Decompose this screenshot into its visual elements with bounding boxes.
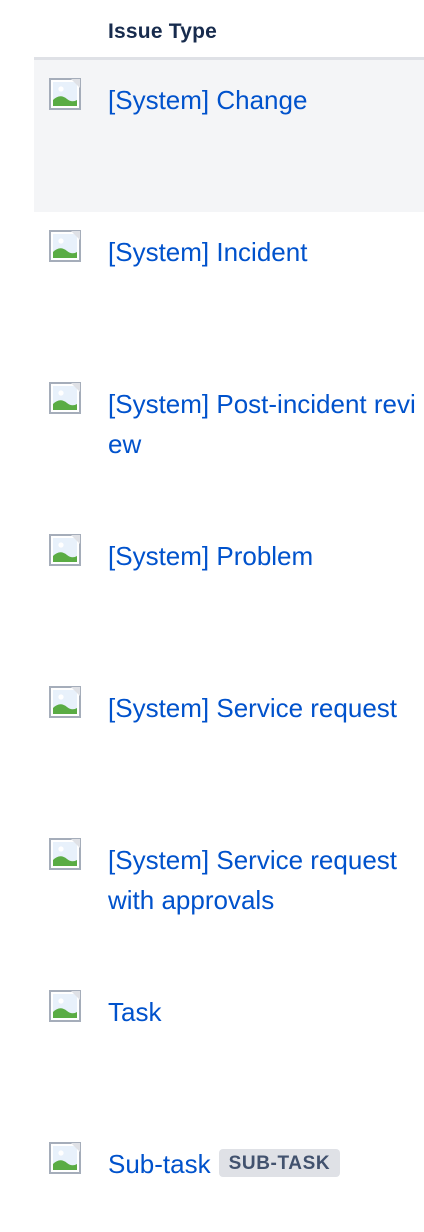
issue-type-label: [System] Post-incident review — [108, 389, 416, 459]
issue-type-label: Sub-task — [108, 1149, 211, 1179]
table-row[interactable]: [System] Change — [34, 60, 424, 212]
issue-type-label: [System] Change — [108, 85, 308, 115]
table-row[interactable]: Sub-task SUB-TASK — [34, 1124, 424, 1232]
broken-image-icon — [49, 838, 81, 870]
issue-type-link[interactable]: [System] Post-incident review — [108, 384, 418, 464]
broken-image-icon — [49, 686, 81, 718]
table-row[interactable]: [System] Post-incident review — [34, 364, 424, 516]
broken-image-icon — [49, 382, 81, 414]
column-header-issue-type[interactable]: Issue Type — [108, 20, 217, 44]
broken-image-icon — [49, 534, 81, 566]
broken-image-icon — [49, 78, 81, 110]
issue-type-link[interactable]: Sub-task SUB-TASK — [108, 1144, 418, 1184]
issue-type-table: Issue Type [System] Change [System] Inci… — [34, 0, 424, 1232]
table-row[interactable]: [System] Service request with approvals — [34, 820, 424, 972]
issue-type-label: [System] Service request — [108, 693, 397, 723]
issue-type-label: [System] Service request with approvals — [108, 845, 397, 915]
broken-image-icon — [49, 1142, 81, 1174]
table-row[interactable]: [System] Service request — [34, 668, 424, 820]
table-row[interactable]: [System] Incident — [34, 212, 424, 364]
issue-type-link[interactable]: [System] Change — [108, 80, 418, 120]
table-row[interactable]: [System] Problem — [34, 516, 424, 668]
issue-type-label: Task — [108, 997, 162, 1027]
issue-type-link[interactable]: Task — [108, 992, 418, 1032]
issue-type-label: [System] Problem — [108, 541, 314, 571]
issue-type-link[interactable]: [System] Incident — [108, 232, 418, 272]
broken-image-icon — [49, 230, 81, 262]
issue-type-label: [System] Incident — [108, 237, 308, 267]
broken-image-icon — [49, 990, 81, 1022]
issue-type-link[interactable]: [System] Service request with approvals — [108, 840, 418, 920]
issue-type-link[interactable]: [System] Problem — [108, 536, 418, 576]
table-row[interactable]: Task — [34, 972, 424, 1124]
sub-task-lozenge: SUB-TASK — [218, 1149, 341, 1177]
table-header: Issue Type — [34, 0, 424, 60]
issue-type-link[interactable]: [System] Service request — [108, 688, 418, 728]
